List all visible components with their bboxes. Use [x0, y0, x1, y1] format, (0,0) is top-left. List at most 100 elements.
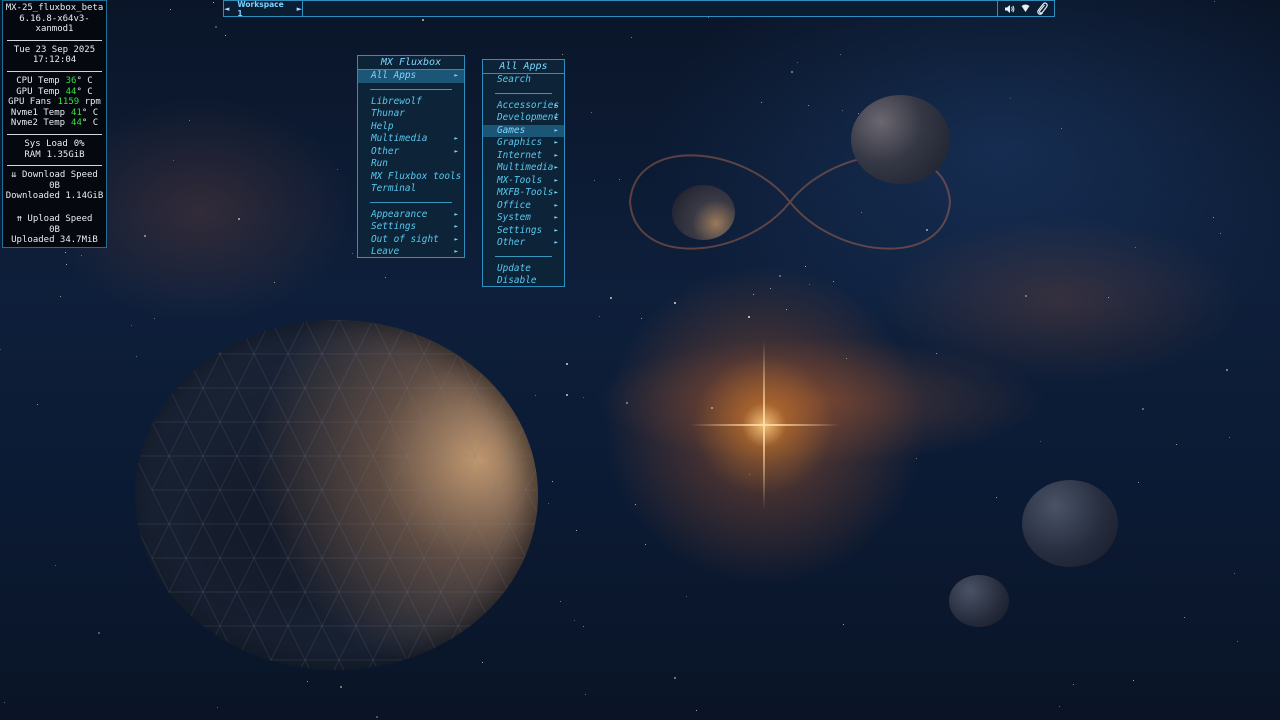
star-dot: [1135, 247, 1136, 248]
menu-item-run[interactable]: Run: [358, 158, 464, 171]
planet-facet: [270, 523, 306, 560]
planet-facet: [219, 625, 255, 662]
iconbar[interactable]: [303, 1, 997, 16]
volume-icon[interactable]: [1004, 4, 1015, 14]
sensor-row: Nvme1 Temp 41° C: [3, 108, 106, 119]
next-workspace-arrow-icon[interactable]: ►: [297, 5, 302, 13]
menu-item-office[interactable]: Office ►: [483, 200, 564, 213]
star-dot: [576, 530, 577, 531]
menu-item-other[interactable]: Other ►: [483, 237, 564, 250]
menu-item-search[interactable]: Search: [483, 74, 564, 87]
planet-facet: [321, 421, 357, 458]
planet-facet: [474, 455, 510, 492]
planet-facet: [185, 353, 221, 390]
menu-item-label: Development: [497, 112, 560, 123]
sys-load-value: 0%: [73, 138, 85, 149]
download-speed-value: 0B: [49, 180, 60, 191]
star-dot: [674, 677, 676, 679]
menu-item-mx-fluxbox-tools[interactable]: MX Fluxbox tools: [358, 171, 464, 184]
menu-item-appearance[interactable]: Appearance ►: [358, 209, 464, 222]
planet-facet: [185, 625, 221, 662]
planet-facet: [525, 625, 538, 662]
star-dot: [583, 397, 584, 398]
menu-item-multimedia[interactable]: Multimedia ►: [358, 133, 464, 146]
downloaded-total: Downloaded 1.14GiB: [5, 191, 104, 202]
menu-item-games[interactable]: Games ►: [483, 124, 564, 137]
menu-item-out-of-sight[interactable]: Out of sight ►: [358, 234, 464, 247]
menu-item-multimedia[interactable]: Multimedia ►: [483, 162, 564, 175]
planet-facet: [168, 387, 204, 424]
planet-facet: [287, 353, 323, 390]
star-flare-horizontal: [690, 424, 840, 426]
menu-item-disable[interactable]: Disable: [483, 275, 564, 288]
sensor-label: GPU Fans: [8, 97, 52, 108]
star-dot: [65, 252, 66, 253]
planet-facet: [287, 557, 323, 594]
menu-item-graphics[interactable]: Graphics ►: [483, 137, 564, 150]
kernel-version: 6.16.8-x64v3-xanmod1: [19, 13, 90, 35]
star-dot: [797, 62, 798, 63]
menu-item-other[interactable]: Other ►: [358, 146, 464, 159]
menu-item-mxfb-tools[interactable]: MXFB-Tools ►: [483, 187, 564, 200]
workspace-switcher[interactable]: ◄ Workspace 1 ►: [224, 0, 303, 18]
star-dot: [585, 694, 586, 695]
star-dot: [385, 277, 386, 278]
sensor-unit: ° C: [76, 75, 93, 86]
planet-facet: [304, 523, 340, 560]
upload-speed-label: ⇈ Upload Speed: [16, 213, 93, 224]
star-dot: [749, 474, 750, 475]
planet-facet: [491, 489, 527, 526]
clipboard-icon[interactable]: [1036, 2, 1048, 15]
planet-facet: [151, 557, 187, 594]
planet-facet: [423, 353, 459, 390]
menu-item-internet[interactable]: Internet ►: [483, 150, 564, 163]
submenu-arrow-icon: ►: [454, 72, 458, 79]
star-dot: [131, 325, 132, 326]
star-dot: [936, 353, 937, 354]
network-icon[interactable]: [1021, 4, 1030, 13]
menu-item-label: All Apps: [371, 70, 417, 81]
menu-item-label: Librewolf: [371, 95, 422, 107]
sensor-row: GPU Fans 1159 rpm: [3, 97, 106, 108]
menu-item-leave[interactable]: Leave ►: [358, 246, 464, 259]
planet-facet: [304, 659, 340, 670]
planet-facet: [135, 523, 170, 560]
sensor-label: Nvme1 Temp: [10, 107, 66, 118]
submenu-arrow-icon: ►: [554, 101, 558, 109]
menu-item-system[interactable]: System ►: [483, 212, 564, 225]
menu-item-label: Accessories: [497, 99, 560, 111]
planet-facet: [355, 421, 391, 458]
menu-item-mx-tools[interactable]: MX-Tools ►: [483, 175, 564, 188]
menu-item-settings[interactable]: Settings ►: [483, 225, 564, 238]
planet-facet: [406, 659, 442, 670]
menu-item-update[interactable]: Update: [483, 263, 564, 276]
planet-facet: [338, 387, 374, 424]
planet-facet: [304, 455, 340, 492]
menu-item-label: Disable: [497, 275, 537, 286]
menu-item-development[interactable]: Development ►: [483, 112, 564, 125]
menu-item-librewolf[interactable]: Librewolf: [358, 96, 464, 109]
planet-facet: [508, 659, 538, 670]
menu-item-label: Update: [497, 262, 531, 274]
previous-workspace-arrow-icon[interactable]: ◄: [224, 5, 229, 13]
menu-item-all-apps[interactable]: All Apps ►: [358, 70, 464, 83]
menu-item-settings[interactable]: Settings ►: [358, 221, 464, 234]
star-dot: [340, 686, 342, 688]
planet-facet: [185, 557, 221, 594]
star-dot: [98, 632, 100, 634]
planet-middle: [672, 185, 735, 240]
menu-item-terminal[interactable]: Terminal: [358, 183, 464, 196]
planet-facet: [168, 659, 204, 670]
menu-item-thunar[interactable]: Thunar: [358, 108, 464, 121]
star-dot: [154, 318, 155, 319]
planet-facet: [389, 489, 425, 526]
star-dot: [173, 160, 174, 161]
planet-facet: [525, 557, 538, 594]
menu-item-help[interactable]: Help: [358, 121, 464, 134]
planet-facet: [236, 455, 272, 492]
workspace-name[interactable]: Workspace 1: [237, 0, 288, 18]
sys-load-row: Sys Load 0%: [3, 139, 106, 150]
menu-item-accessories[interactable]: Accessories ►: [483, 100, 564, 113]
menu-item-label: Games: [497, 124, 526, 136]
fluxbox-toolbar: ◄ Workspace 1 ►: [223, 0, 1055, 18]
